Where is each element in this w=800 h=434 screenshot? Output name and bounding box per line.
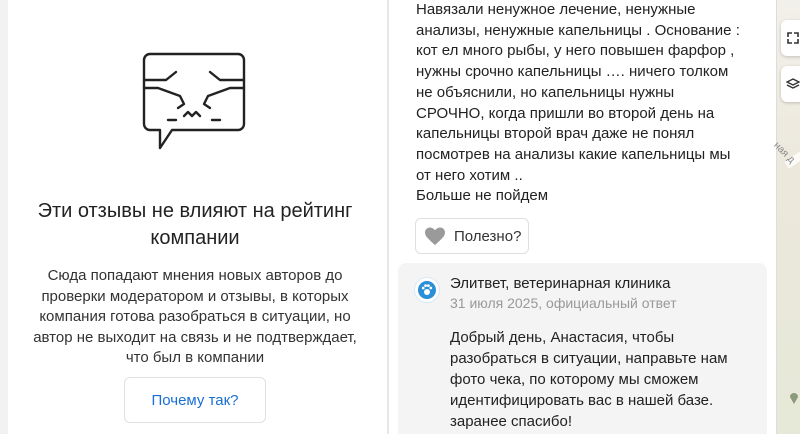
review-panel: Навязали ненужное лечение, ненужные анал… [389,0,776,434]
expand-icon [787,32,799,44]
map-layers-button[interactable] [781,66,800,102]
notice-body-line: автор не выходит на связь и не подтвержд… [33,328,357,346]
notice-title-line: компании [150,227,240,249]
helpful-button[interactable]: Полезно? [415,218,529,254]
reply-text: Добрый день, Анастасия, чтобы разобратьс… [450,327,750,432]
reply-text-line: разобраться в ситуации, направьте нам [450,350,728,367]
review-text-line: СРОЧНО, когда пришли во второй день на [416,104,715,122]
speech-bubble-faces-icon [142,52,246,150]
notice-body-line: компания готова разобраться в ситуации, … [39,308,351,325]
map-pin-icon[interactable] [789,390,799,404]
clinic-logo-icon[interactable] [414,277,440,303]
notice-body-line: Сюда попадают мнения новых авторов до [47,267,343,284]
moderation-notice-panel: Эти отзывы не влияют на рейтинг компании… [0,0,388,434]
review-text-line: Навязали ненужное лечение, ненужные [416,1,696,18]
heart-icon [425,227,445,246]
notice-body: Сюда попадают мнения новых авторов до пр… [24,266,366,369]
why-button[interactable]: Почему так? [124,377,266,423]
notice-title-line: Эти отзывы не влияют на рейтинг [37,200,353,222]
official-reply: Элитвет, ветеринарная клиника 31 июля 20… [398,263,767,434]
review-text-line: капельницы второй врач даже не понял [416,125,695,143]
review-text-line: кот ел много рыбы, у него повышен фарфор… [416,42,735,60]
notice-body-line: проверки модератором и отзывы, в которых [41,287,349,305]
helpful-label: Полезно? [454,227,522,245]
review-text-line: нужны срочно капельницы …. ничего толком [416,63,729,81]
review-text: Навязали ненужное лечение, ненужные анал… [416,0,766,207]
paw-icon [418,281,436,299]
reply-text-line: идентифицировать вас в нашей базе. [450,392,714,409]
notice-body-line: что был в компании [125,349,265,366]
reply-meta: 31 июля 2025, официальный ответ [450,295,677,311]
review-text-line: анализы, ненужные капельницы . Основание… [416,21,740,39]
map-expand-button[interactable] [781,20,800,56]
review-text-line: посмотрев на анализы какие капельницы мы [416,145,731,163]
review-text-line: Больше не пойдем [416,187,549,205]
map-edge [0,0,8,434]
review-text-line: не объяснили, но капельницы нужны [416,83,675,101]
reply-text-line: Добрый день, Анастасия, чтобы [450,329,675,346]
review-text-line: от него хотим .. [416,166,523,184]
reply-text-line: заранее спасибо! [450,413,572,430]
layers-icon [786,78,800,89]
reply-author[interactable]: Элитвет, ветеринарная клиника [450,275,671,292]
reply-text-line: фото чека, по которому мы сможем [450,371,699,388]
map-area[interactable]: ная д [771,0,800,434]
notice-title: Эти отзывы не влияют на рейтинг компании [20,198,370,252]
